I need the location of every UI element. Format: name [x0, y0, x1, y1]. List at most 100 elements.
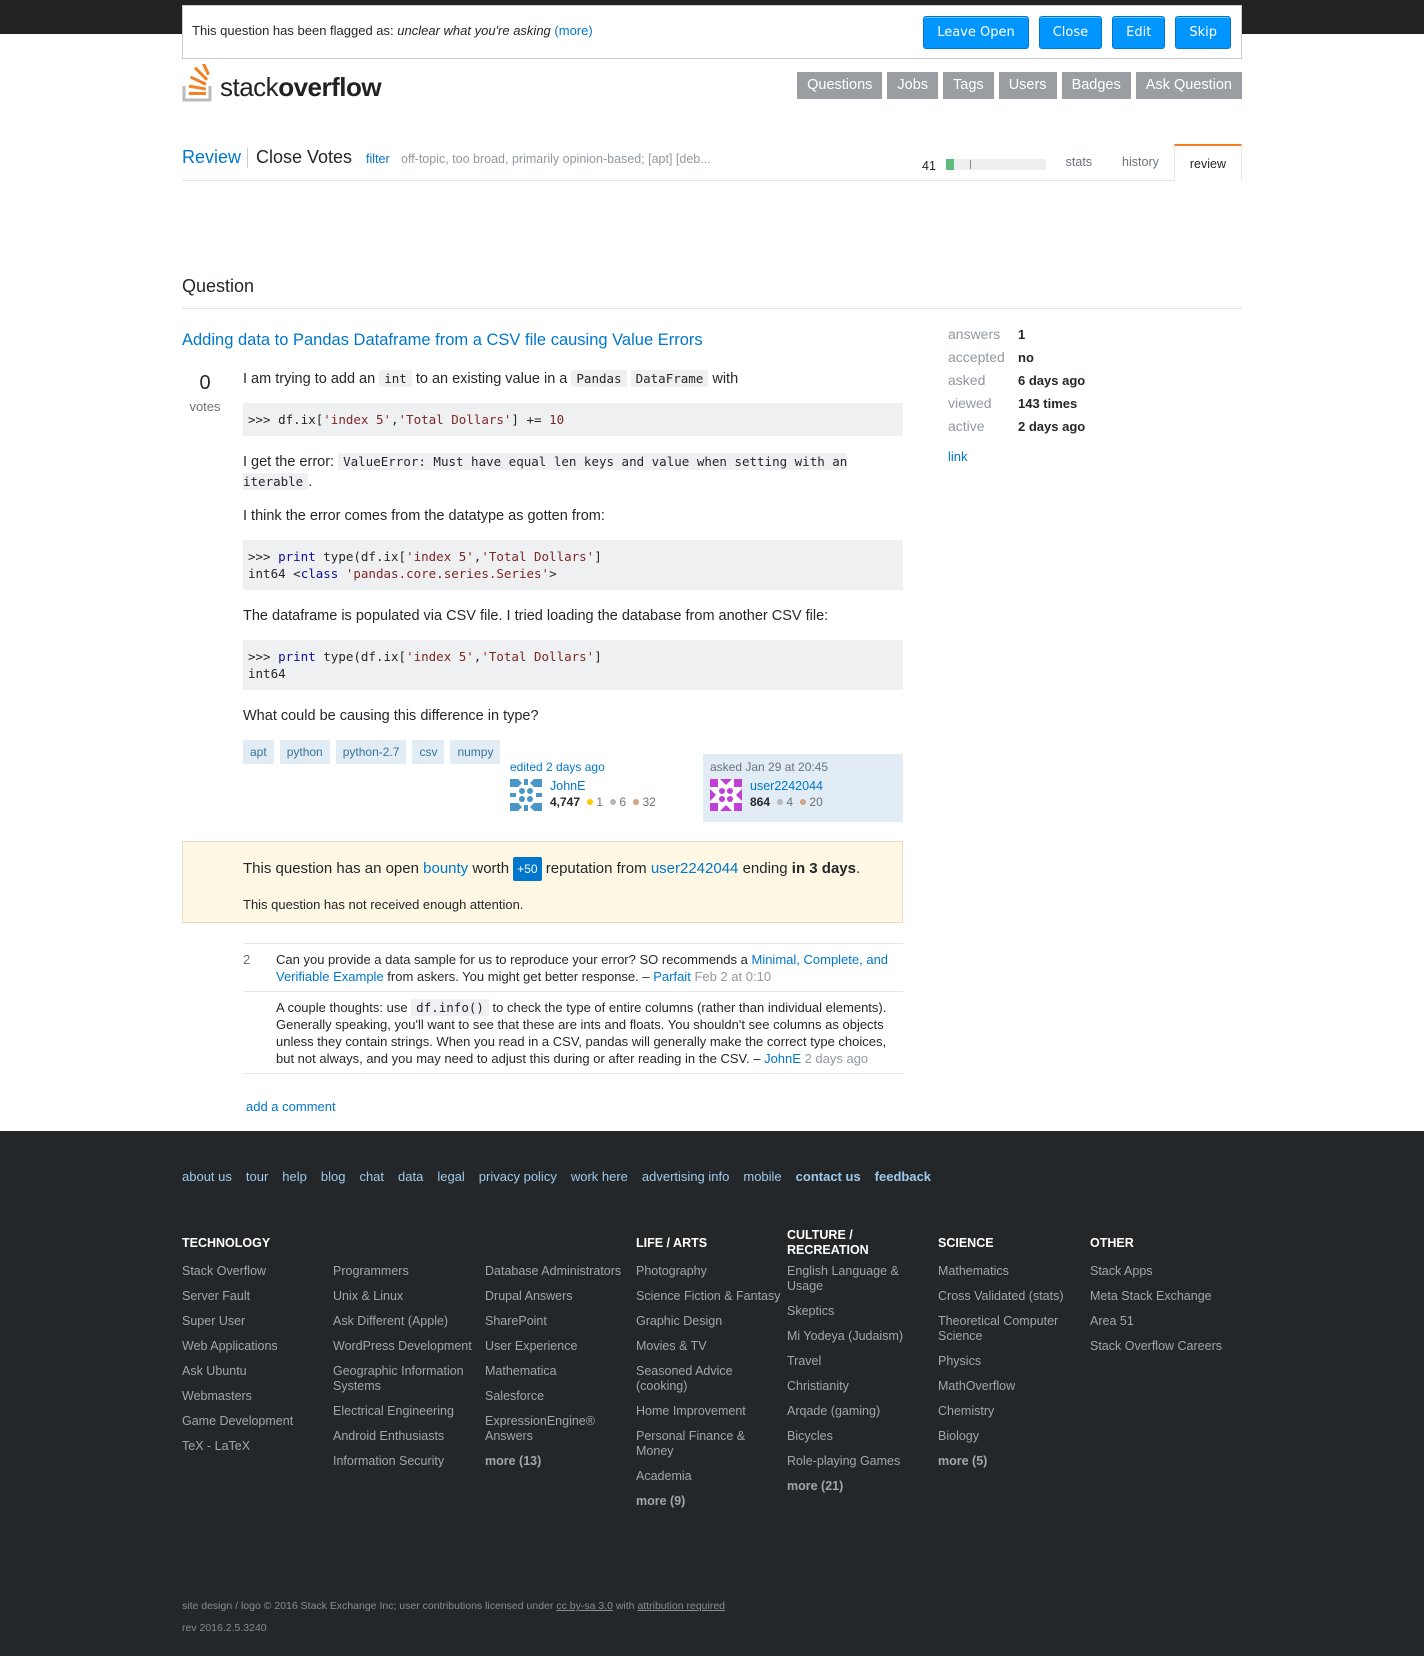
tag-python-2-7[interactable]: python-2.7 [335, 740, 407, 764]
add-comment-link[interactable]: add a comment [246, 1099, 336, 1114]
leave-open-button[interactable]: Leave Open [923, 16, 1029, 49]
footer-site-link[interactable]: Physics [938, 1354, 1088, 1369]
tab-review[interactable]: review [1173, 144, 1242, 181]
nav-jobs[interactable]: Jobs [887, 72, 939, 99]
footer-site-link[interactable]: Biology [938, 1429, 1088, 1444]
footer-site-link[interactable]: Science Fiction & Fantasy [636, 1289, 786, 1304]
asker-gravatar-icon[interactable] [710, 779, 742, 811]
footer-site-link[interactable]: Unix & Linux [333, 1289, 483, 1304]
footer-link-data[interactable]: data [398, 1169, 423, 1184]
footer-site-link[interactable]: English Language & Usage [787, 1264, 937, 1294]
footer-site-link[interactable]: WordPress Development [333, 1339, 483, 1354]
footer-site-link[interactable]: Arqade (gaming) [787, 1404, 937, 1419]
footer-site-link[interactable]: Theoretical Computer Science [938, 1314, 1088, 1344]
footer-site-link[interactable]: Stack Overflow Careers [1090, 1339, 1240, 1354]
footer-site-link[interactable]: Ask Ubuntu [182, 1364, 332, 1379]
footer-site-link[interactable]: Chemistry [938, 1404, 1088, 1419]
footer-site-link[interactable]: Stack Overflow [182, 1264, 332, 1279]
footer-site-link[interactable]: MathOverflow [938, 1379, 1088, 1394]
editor-name[interactable]: JohnE [550, 779, 585, 793]
nav-ask-question[interactable]: Ask Question [1135, 72, 1242, 99]
filter-link[interactable]: filter [366, 152, 390, 166]
footer-site-link[interactable]: SharePoint [485, 1314, 635, 1329]
footer-site-link[interactable]: ExpressionEngine® Answers [485, 1414, 635, 1444]
footer-site-link[interactable]: Photography [636, 1264, 786, 1279]
bounty-link[interactable]: bounty [423, 860, 468, 877]
footer-site-link[interactable]: Programmers [333, 1264, 483, 1279]
footer-site-link[interactable]: Stack Apps [1090, 1264, 1240, 1279]
question-link[interactable]: link [948, 449, 968, 464]
footer-link-about-us[interactable]: about us [182, 1169, 232, 1184]
footer-site-link[interactable]: Geographic Information Systems [333, 1364, 483, 1394]
footer-more-link[interactable]: more (13) [485, 1454, 635, 1469]
footer-site-link[interactable]: Ask Different (Apple) [333, 1314, 483, 1329]
footer-site-link[interactable]: Mi Yodeya (Judaism) [787, 1329, 937, 1344]
footer-site-link[interactable]: Role-playing Games [787, 1454, 937, 1469]
footer-link-chat[interactable]: chat [359, 1169, 384, 1184]
footer-site-link[interactable]: Travel [787, 1354, 937, 1369]
footer-site-link[interactable]: Home Improvement [636, 1404, 786, 1419]
footer-site-link[interactable]: Personal Finance & Money [636, 1429, 786, 1459]
footer-site-link[interactable]: Webmasters [182, 1389, 332, 1404]
footer-link-privacy-policy[interactable]: privacy policy [479, 1169, 557, 1184]
footer-more-link[interactable]: more (21) [787, 1479, 937, 1494]
comment-user-link[interactable]: JohnE [764, 1051, 801, 1066]
bounty-user-link[interactable]: user2242044 [651, 860, 739, 877]
footer-site-link[interactable]: Movies & TV [636, 1339, 786, 1354]
tab-stats[interactable]: stats [1051, 144, 1107, 181]
tab-history[interactable]: history [1107, 144, 1174, 181]
footer-link-contact-us[interactable]: contact us [796, 1169, 861, 1184]
footer-site-link[interactable]: Server Fault [182, 1289, 332, 1304]
footer-site-link[interactable]: Seasoned Advice (cooking) [636, 1364, 786, 1394]
footer-site-link[interactable]: User Experience [485, 1339, 635, 1354]
footer-site-link[interactable]: Academia [636, 1469, 786, 1484]
tag-python[interactable]: python [279, 740, 330, 764]
comment-user-link[interactable]: Parfait [653, 969, 691, 984]
review-link[interactable]: Review [182, 147, 241, 168]
nav-badges[interactable]: Badges [1061, 72, 1131, 99]
footer-link-legal[interactable]: legal [437, 1169, 464, 1184]
asker-name[interactable]: user2242044 [750, 779, 823, 793]
footer-site-link[interactable]: Super User [182, 1314, 332, 1329]
footer-site-link[interactable]: Graphic Design [636, 1314, 786, 1329]
attribution-link[interactable]: attribution required [637, 1600, 725, 1612]
footer-link-feedback[interactable]: feedback [875, 1169, 931, 1184]
skip-button[interactable]: Skip [1175, 16, 1231, 49]
edited-link[interactable]: edited 2 days ago [510, 760, 605, 774]
tag-apt[interactable]: apt [243, 740, 274, 764]
tag-numpy[interactable]: numpy [450, 740, 501, 764]
footer-more-link[interactable]: more (9) [636, 1494, 786, 1509]
footer-link-blog[interactable]: blog [321, 1169, 346, 1184]
footer-site-link[interactable]: Information Security [333, 1454, 483, 1469]
nav-users[interactable]: Users [998, 72, 1057, 99]
question-title[interactable]: Adding data to Pandas Dataframe from a C… [182, 331, 703, 350]
footer-site-link[interactable]: Mathematics [938, 1264, 1088, 1279]
footer-more-link[interactable]: more (5) [938, 1454, 1088, 1469]
footer-link-mobile[interactable]: mobile [743, 1169, 781, 1184]
footer-site-link[interactable]: TeX - LaTeX [182, 1439, 332, 1454]
edit-button[interactable]: Edit [1112, 16, 1166, 49]
footer-link-work-here[interactable]: work here [571, 1169, 628, 1184]
footer-site-link[interactable]: Skeptics [787, 1304, 937, 1319]
footer-link-advertising-info[interactable]: advertising info [642, 1169, 729, 1184]
footer-site-link[interactable]: Bicycles [787, 1429, 937, 1444]
nav-questions[interactable]: Questions [797, 72, 883, 99]
footer-site-link[interactable]: Cross Validated (stats) [938, 1289, 1088, 1304]
footer-site-link[interactable]: Electrical Engineering [333, 1404, 483, 1419]
flag-more-link[interactable]: (more) [554, 23, 592, 38]
footer-site-link[interactable]: Android Enthusiasts [333, 1429, 483, 1444]
footer-site-link[interactable]: Game Development [182, 1414, 332, 1429]
site-logo[interactable]: stackoverflow [182, 64, 382, 102]
footer-site-link[interactable]: Mathematica [485, 1364, 635, 1379]
footer-site-link[interactable]: Drupal Answers [485, 1289, 635, 1304]
editor-gravatar-icon[interactable] [510, 779, 542, 811]
footer-site-link[interactable]: Christianity [787, 1379, 937, 1394]
footer-site-link[interactable]: Web Applications [182, 1339, 332, 1354]
footer-site-link[interactable]: Salesforce [485, 1389, 635, 1404]
close-button[interactable]: Close [1038, 16, 1103, 49]
tag-csv[interactable]: csv [412, 740, 445, 764]
footer-link-tour[interactable]: tour [246, 1169, 268, 1184]
license-link[interactable]: cc by-sa 3.0 [556, 1600, 613, 1612]
footer-site-link[interactable]: Area 51 [1090, 1314, 1240, 1329]
nav-tags[interactable]: Tags [943, 72, 994, 99]
